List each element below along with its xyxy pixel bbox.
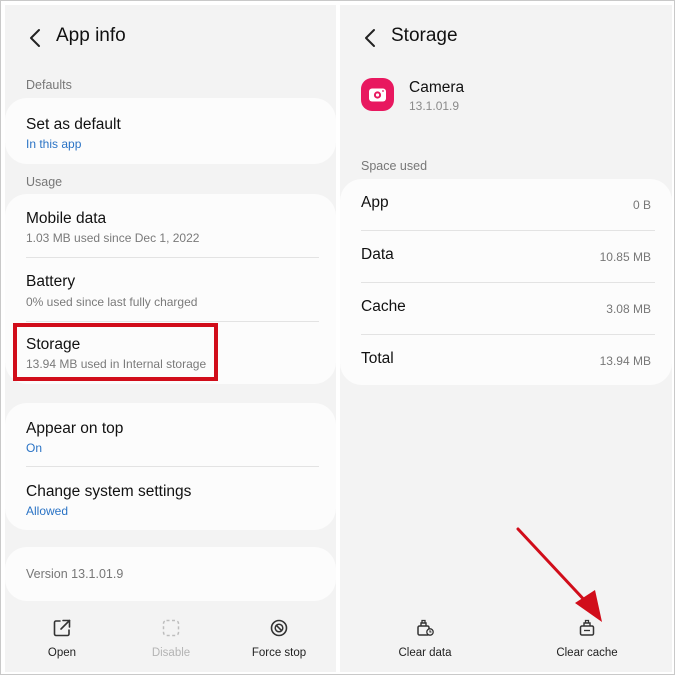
version-text: Version 13.1.01.9 bbox=[26, 567, 124, 581]
change-system-settings-subtitle: Allowed bbox=[26, 504, 69, 518]
force-stop-icon bbox=[270, 619, 288, 637]
storage-row-value: 13.94 MB bbox=[599, 354, 651, 368]
section-label-space-used: Space used bbox=[361, 159, 428, 173]
mobile-data-item[interactable]: Mobile data 1.03 MB used since Dec 1, 20… bbox=[5, 194, 336, 257]
app-version: 13.1.01.9 bbox=[409, 99, 460, 113]
set-as-default-subtitle: In this app bbox=[26, 137, 82, 151]
chevron-left-icon bbox=[30, 29, 40, 47]
section-label-defaults: Defaults bbox=[26, 78, 72, 92]
storage-row: Data 10.85 MB bbox=[340, 231, 672, 282]
disable-dashed-icon bbox=[162, 619, 180, 637]
storage-row-value: 0 B bbox=[632, 198, 651, 212]
app-name: Camera bbox=[409, 79, 465, 96]
set-as-default-item[interactable]: Set as default In this app bbox=[5, 98, 336, 164]
storage-row-value: 3.08 MB bbox=[606, 302, 651, 316]
storage-card: App 0 B Data 10.85 MB Cache 3.08 MB Tota… bbox=[340, 179, 672, 385]
change-system-settings-title: Change system settings bbox=[26, 483, 192, 500]
appear-on-top-title: Appear on top bbox=[26, 420, 124, 437]
force-stop-button[interactable]: Force stop bbox=[234, 617, 324, 659]
back-button[interactable] bbox=[356, 23, 384, 53]
appear-on-top-item[interactable]: Appear on top On bbox=[5, 403, 336, 466]
app-info-bottom-bar: Open Disable Force stop bbox=[5, 617, 336, 672]
clear-cache-icon bbox=[579, 619, 595, 636]
storage-screen: Storage Camera 13.1.01.9 Space used App … bbox=[340, 5, 672, 672]
storage-row: Total 13.94 MB bbox=[340, 335, 672, 385]
disable-label: Disable bbox=[151, 647, 191, 659]
appear-on-top-subtitle: On bbox=[26, 441, 43, 455]
open-external-icon bbox=[53, 619, 71, 637]
back-button[interactable] bbox=[21, 23, 49, 53]
storage-row-label: Cache bbox=[361, 298, 406, 315]
force-stop-label: Force stop bbox=[251, 647, 307, 659]
storage-bottom-bar: Clear data Clear cache bbox=[340, 617, 672, 672]
app-info-header: App info bbox=[5, 23, 336, 53]
app-info-screen: App info Defaults Set as default In this… bbox=[5, 5, 336, 672]
disable-button[interactable]: Disable bbox=[126, 617, 216, 659]
storage-row-label: Data bbox=[361, 246, 394, 263]
version-card: Version 13.1.01.9 bbox=[5, 547, 336, 601]
clear-data-label: Clear data bbox=[398, 647, 452, 659]
page-title: App info bbox=[56, 25, 126, 46]
open-button[interactable]: Open bbox=[17, 617, 107, 659]
mobile-data-subtitle: 1.03 MB used since Dec 1, 2022 bbox=[26, 231, 200, 245]
screenshot-frame: App info Defaults Set as default In this… bbox=[0, 0, 675, 675]
page-title: Storage bbox=[391, 25, 458, 46]
section-label-usage: Usage bbox=[26, 175, 63, 189]
change-system-settings-item[interactable]: Change system settings Allowed bbox=[5, 467, 336, 530]
battery-subtitle: 0% used since last fully charged bbox=[26, 295, 198, 309]
chevron-left-icon bbox=[365, 29, 375, 47]
storage-row: App 0 B bbox=[340, 179, 672, 230]
permissions-card: Appear on top On Change system settings … bbox=[5, 403, 336, 530]
battery-item[interactable]: Battery 0% used since last fully charged bbox=[5, 258, 336, 321]
clear-data-button[interactable]: Clear data bbox=[380, 617, 470, 659]
clear-cache-button[interactable]: Clear cache bbox=[542, 617, 632, 659]
clear-cache-label: Clear cache bbox=[556, 647, 618, 659]
open-label: Open bbox=[47, 647, 77, 659]
storage-row-label: App bbox=[361, 194, 389, 211]
clear-data-icon bbox=[417, 619, 434, 636]
storage-row: Cache 3.08 MB bbox=[340, 283, 672, 334]
storage-highlight-box bbox=[13, 323, 218, 381]
defaults-card: Set as default In this app bbox=[5, 98, 336, 164]
storage-header: Storage bbox=[340, 23, 672, 53]
storage-row-label: Total bbox=[361, 350, 394, 367]
camera-app-icon bbox=[361, 78, 394, 111]
storage-row-value: 10.85 MB bbox=[599, 250, 651, 264]
mobile-data-title: Mobile data bbox=[26, 210, 107, 227]
battery-title: Battery bbox=[26, 273, 76, 290]
set-as-default-title: Set as default bbox=[26, 116, 121, 133]
